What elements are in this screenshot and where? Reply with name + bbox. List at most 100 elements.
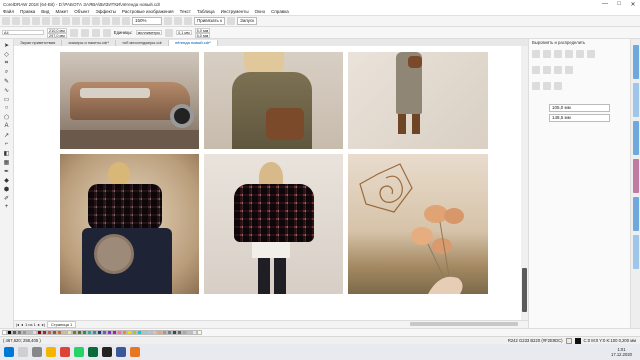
- align-bottom-icon[interactable]: [587, 50, 595, 58]
- polygon-tool-icon[interactable]: ⬠: [3, 113, 11, 121]
- search-icon[interactable]: [18, 347, 28, 357]
- prev-page-button[interactable]: ◂: [21, 322, 23, 327]
- docker-y-field[interactable]: 148,5 мм: [549, 114, 610, 122]
- add-tool-icon[interactable]: +: [3, 203, 11, 211]
- units-select[interactable]: миллиметры: [135, 30, 163, 35]
- menu-effects[interactable]: Эффекты: [93, 9, 119, 14]
- distribute-top-icon[interactable]: [532, 82, 540, 90]
- publish-pdf-icon[interactable]: [122, 17, 130, 25]
- docker-tab-colors[interactable]: [633, 159, 639, 193]
- menu-bitmaps[interactable]: Растровые изображения: [119, 9, 177, 14]
- docker-tab-properties[interactable]: [633, 83, 639, 117]
- app-icon-2[interactable]: [130, 347, 140, 357]
- distribute-bottom-icon[interactable]: [554, 82, 562, 90]
- distribute-left-icon[interactable]: [532, 66, 540, 74]
- new-icon[interactable]: [2, 17, 10, 25]
- align-right-icon[interactable]: [554, 50, 562, 58]
- nudge-field[interactable]: 0,1 мм: [176, 30, 192, 35]
- system-clock[interactable]: 1:01 17.12.2020: [611, 347, 632, 357]
- duplicate-y-field[interactable]: 5,0 мм: [194, 32, 211, 38]
- zoom-tool-icon[interactable]: ⌕: [3, 68, 11, 76]
- paste-icon[interactable]: [62, 17, 70, 25]
- next-page-button[interactable]: ▸: [38, 322, 40, 327]
- menu-object[interactable]: Объект: [71, 9, 92, 14]
- all-pages-icon[interactable]: [91, 28, 100, 37]
- distribute-spacing-icon[interactable]: [565, 66, 573, 74]
- pick-tool-icon[interactable]: ➤: [3, 41, 11, 49]
- export-icon[interactable]: [112, 17, 120, 25]
- close-button[interactable]: ✕: [626, 1, 640, 8]
- menu-window[interactable]: Окно: [252, 9, 268, 14]
- align-center-icon[interactable]: [543, 50, 551, 58]
- minimize-button[interactable]: —: [598, 1, 612, 8]
- photo-brown-dress-bag[interactable]: [204, 52, 343, 149]
- outline-pen-icon[interactable]: ✐: [3, 194, 11, 202]
- horizontal-scroll-thumb[interactable]: [410, 322, 518, 326]
- photo-plaid-poncho-back[interactable]: [204, 154, 343, 294]
- freehand-tool-icon[interactable]: ✎: [3, 77, 11, 85]
- docker-tab-objects[interactable]: [633, 121, 639, 155]
- shape-tool-icon[interactable]: ◇: [3, 50, 11, 58]
- landscape-icon[interactable]: [80, 28, 89, 37]
- file-explorer-icon[interactable]: [46, 347, 56, 357]
- eyedropper-icon[interactable]: ✒: [3, 167, 11, 175]
- docker-tab-transform[interactable]: [633, 197, 639, 231]
- align-middle-icon[interactable]: [576, 50, 584, 58]
- snap-to-dropdown[interactable]: Привязать к: [194, 17, 226, 25]
- maximize-button[interactable]: □: [612, 1, 626, 8]
- redo-icon[interactable]: [82, 17, 90, 25]
- options-gear-icon[interactable]: [227, 17, 236, 25]
- grid-icon[interactable]: [184, 17, 192, 25]
- parallel-dimension-icon[interactable]: ↗: [3, 131, 11, 139]
- task-view-icon[interactable]: [32, 347, 42, 357]
- transparency-icon[interactable]: ▦: [3, 158, 11, 166]
- drawing-canvas[interactable]: [14, 46, 528, 320]
- import-icon[interactable]: [102, 17, 110, 25]
- artistic-media-icon[interactable]: ∿: [3, 86, 11, 94]
- save-icon[interactable]: [22, 17, 30, 25]
- search-icon[interactable]: [92, 17, 100, 25]
- menu-edit[interactable]: Правка: [17, 9, 38, 14]
- portrait-icon[interactable]: [69, 28, 78, 37]
- photo-car[interactable]: [60, 52, 199, 149]
- menu-table[interactable]: Таблица: [194, 9, 218, 14]
- first-page-button[interactable]: |◂: [16, 322, 19, 327]
- print-icon[interactable]: [32, 17, 40, 25]
- chrome-icon[interactable]: [60, 347, 70, 357]
- distribute-right-icon[interactable]: [554, 66, 562, 74]
- distribute-middle-icon[interactable]: [543, 82, 551, 90]
- menu-tools[interactable]: Инструменты: [218, 9, 252, 14]
- menu-help[interactable]: Справка: [268, 9, 292, 14]
- docker-tab-align[interactable]: [633, 235, 639, 269]
- coreldraw-icon[interactable]: [88, 347, 98, 357]
- menu-text[interactable]: Текст: [177, 9, 194, 14]
- rectangle-tool-icon[interactable]: ▭: [3, 95, 11, 103]
- current-page-icon[interactable]: [102, 28, 111, 37]
- page-size-select[interactable]: A4: [2, 30, 44, 35]
- open-icon[interactable]: [12, 17, 20, 25]
- full-screen-icon[interactable]: [164, 17, 172, 25]
- menu-view[interactable]: Вид: [38, 9, 52, 14]
- photo-wall-dress[interactable]: [348, 52, 488, 149]
- interactive-fill-icon[interactable]: ◆: [3, 176, 11, 184]
- text-tool-icon[interactable]: A: [3, 122, 11, 130]
- ellipse-tool-icon[interactable]: ○: [3, 104, 11, 112]
- vertical-scroll-thumb[interactable]: [522, 268, 527, 312]
- palette-swatch[interactable]: [197, 330, 202, 335]
- whatsapp-icon[interactable]: [74, 347, 84, 357]
- page-height-field[interactable]: 297,0 мм: [47, 32, 67, 38]
- zoom-select[interactable]: 150%: [132, 17, 162, 25]
- docker-tab-hints[interactable]: [633, 45, 639, 79]
- align-top-icon[interactable]: [565, 50, 573, 58]
- smart-fill-icon[interactable]: ⬢: [3, 185, 11, 193]
- start-windows-icon[interactable]: [4, 347, 14, 357]
- cut-icon[interactable]: [42, 17, 50, 25]
- copy-icon[interactable]: [52, 17, 60, 25]
- menu-layout[interactable]: Макет: [52, 9, 71, 14]
- align-left-icon[interactable]: [532, 50, 540, 58]
- menu-file[interactable]: Файл: [0, 9, 17, 14]
- launch-dropdown[interactable]: Запуск: [237, 17, 258, 25]
- drop-shadow-icon[interactable]: ◧: [3, 149, 11, 157]
- photoshop-icon[interactable]: [102, 347, 112, 357]
- app-icon[interactable]: [116, 347, 126, 357]
